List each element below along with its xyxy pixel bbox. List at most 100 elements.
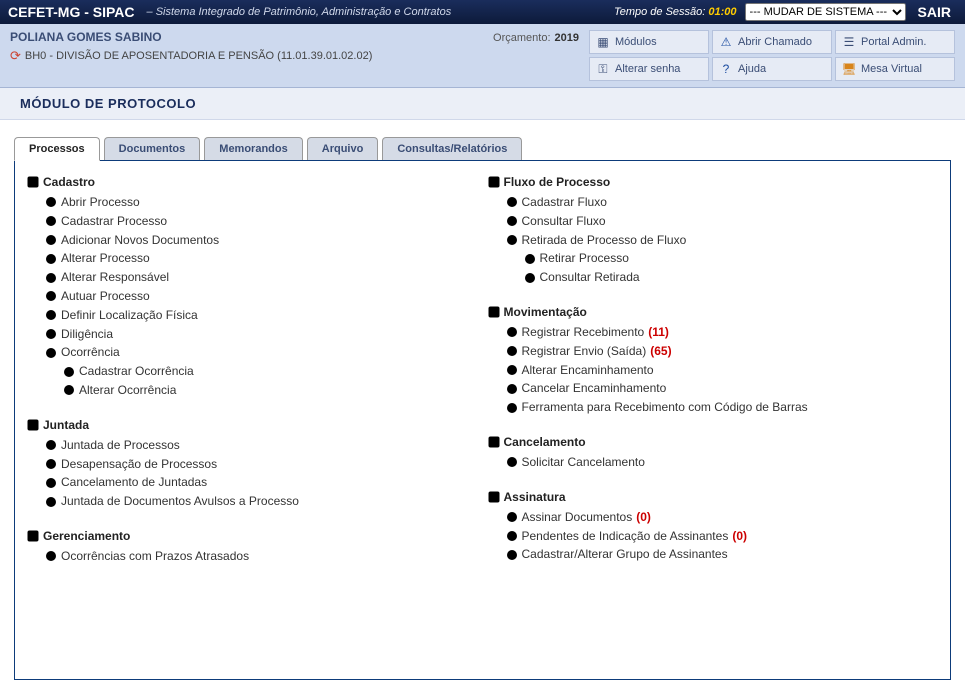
alert-icon: ⚠ xyxy=(719,35,733,49)
session-timer: Tempo de Sessão: 01:00 xyxy=(614,6,737,18)
user-name: POLIANA GOMES SABINO xyxy=(10,30,493,44)
virtual-desk-button[interactable]: 🖥Mesa Virtual xyxy=(835,57,955,81)
circle-arrow-icon xyxy=(506,326,518,338)
link-alterar-encaminhamento[interactable]: Alterar Encaminhamento xyxy=(506,361,939,380)
grid-icon: ▦ xyxy=(596,35,610,49)
circle-arrow-icon xyxy=(45,477,57,489)
link-cancelamento-juntadas[interactable]: Cancelamento de Juntadas xyxy=(45,473,478,492)
tab-consultas[interactable]: Consultas/Relatórios xyxy=(382,137,522,161)
group-cadastro: Cadastro Abrir Processo Cadastrar Proces… xyxy=(27,175,478,400)
group-assinatura: Assinatura Assinar Documentos (0) Penden… xyxy=(488,490,939,564)
link-pendentes-indicacao[interactable]: Pendentes de Indicação de Assinantes (0) xyxy=(506,527,939,546)
user-dept: BH0 - DIVISÃO DE APOSENTADORIA E PENSÃO … xyxy=(25,50,372,62)
circle-arrow-icon xyxy=(45,253,57,265)
link-desapensacao[interactable]: Desapensação de Processos xyxy=(45,455,478,474)
arrow-icon xyxy=(488,491,500,503)
count-badge: (11) xyxy=(648,324,669,341)
link-consultar-retirada[interactable]: Consultar Retirada xyxy=(524,268,939,287)
arrow-icon xyxy=(488,306,500,318)
link-assinar-documentos[interactable]: Assinar Documentos (0) xyxy=(506,508,939,527)
circle-arrow-icon xyxy=(506,215,518,227)
circle-arrow-icon xyxy=(524,253,536,265)
circle-arrow-icon xyxy=(45,439,57,451)
tab-bar: Processos Documentos Memorandos Arquivo … xyxy=(14,136,951,160)
link-definir-localizacao-fisica[interactable]: Definir Localização Física xyxy=(45,306,478,325)
subtitle: – Sistema Integrado de Patrimônio, Admin… xyxy=(147,6,452,18)
info-bar: POLIANA GOMES SABINO ⟳ BH0 - DIVISÃO DE … xyxy=(0,24,965,88)
arrow-icon xyxy=(27,530,39,542)
link-ocorrencias-prazos[interactable]: Ocorrências com Prazos Atrasados xyxy=(45,547,478,566)
circle-arrow-icon xyxy=(506,383,518,395)
logout-button[interactable]: SAIR xyxy=(912,4,957,20)
link-registrar-recebimento[interactable]: Registrar Recebimento (11) xyxy=(506,323,939,342)
circle-arrow-icon xyxy=(524,272,536,284)
tab-processos[interactable]: Processos xyxy=(14,137,100,161)
circle-arrow-icon xyxy=(45,215,57,227)
link-alterar-ocorrencia[interactable]: Alterar Ocorrência xyxy=(63,381,478,400)
link-cadastrar-ocorrencia[interactable]: Cadastrar Ocorrência xyxy=(63,362,478,381)
tab-memorandos[interactable]: Memorandos xyxy=(204,137,302,161)
circle-arrow-icon xyxy=(506,456,518,468)
link-retirada-fluxo[interactable]: Retirada de Processo de Fluxo xyxy=(506,231,939,250)
modules-button[interactable]: ▦Módulos xyxy=(589,30,709,54)
circle-arrow-icon xyxy=(506,549,518,561)
link-consultar-fluxo[interactable]: Consultar Fluxo xyxy=(506,212,939,231)
budget-year: 2019 xyxy=(555,32,579,44)
module-title: Módulo de Protocolo xyxy=(0,88,965,120)
circle-arrow-icon xyxy=(45,550,57,562)
arrow-icon xyxy=(488,176,500,188)
top-bar: CEFET-MG - SIPAC – Sistema Integrado de … xyxy=(0,0,965,24)
circle-arrow-icon xyxy=(63,366,75,378)
help-button[interactable]: ?Ajuda xyxy=(712,57,832,81)
link-autuar-processo[interactable]: Autuar Processo xyxy=(45,287,478,306)
link-cadastrar-processo[interactable]: Cadastrar Processo xyxy=(45,212,478,231)
circle-arrow-icon xyxy=(506,196,518,208)
link-juntada-documentos-avulsos[interactable]: Juntada de Documentos Avulsos a Processo xyxy=(45,492,478,511)
change-password-button[interactable]: ⚿Alterar senha xyxy=(589,57,709,81)
circle-arrow-icon xyxy=(45,272,57,284)
link-cadastrar-fluxo[interactable]: Cadastrar Fluxo xyxy=(506,193,939,212)
circle-arrow-icon xyxy=(45,309,57,321)
link-retirar-processo[interactable]: Retirar Processo xyxy=(524,249,939,268)
group-movimentacao: Movimentação Registrar Recebimento (11) … xyxy=(488,305,939,417)
link-adicionar-novos-documentos[interactable]: Adicionar Novos Documentos xyxy=(45,231,478,250)
list-icon: ☰ xyxy=(842,35,856,49)
link-alterar-processo[interactable]: Alterar Processo xyxy=(45,249,478,268)
circle-arrow-icon xyxy=(506,402,518,414)
link-abrir-processo[interactable]: Abrir Processo xyxy=(45,193,478,212)
circle-arrow-icon xyxy=(45,196,57,208)
desk-icon: 🖥 xyxy=(842,62,856,76)
link-ferramenta-recebimento[interactable]: Ferramenta para Recebimento com Código d… xyxy=(506,398,939,417)
circle-arrow-icon xyxy=(45,458,57,470)
system-select[interactable]: --- MUDAR DE SISTEMA --- xyxy=(745,3,906,21)
link-juntada-processos[interactable]: Juntada de Processos xyxy=(45,436,478,455)
link-diligencia[interactable]: Diligência xyxy=(45,325,478,344)
tab-documentos[interactable]: Documentos xyxy=(104,137,201,161)
circle-arrow-icon xyxy=(506,530,518,542)
count-badge: (65) xyxy=(650,343,671,360)
circle-arrow-icon xyxy=(45,347,57,359)
circle-arrow-icon xyxy=(45,496,57,508)
count-badge: (0) xyxy=(636,509,651,526)
count-badge: (0) xyxy=(732,528,747,545)
link-ocorrencia[interactable]: Ocorrência xyxy=(45,343,478,362)
tab-arquivo[interactable]: Arquivo xyxy=(307,137,379,161)
arrow-icon xyxy=(27,419,39,431)
portal-admin-button[interactable]: ☰Portal Admin. xyxy=(835,30,955,54)
refresh-icon[interactable]: ⟳ xyxy=(10,48,21,64)
link-solicitar-cancelamento[interactable]: Solicitar Cancelamento xyxy=(506,453,939,472)
circle-arrow-icon xyxy=(506,234,518,246)
circle-arrow-icon xyxy=(45,234,57,246)
link-cancelar-encaminhamento[interactable]: Cancelar Encaminhamento xyxy=(506,379,939,398)
main-panel: Cadastro Abrir Processo Cadastrar Proces… xyxy=(14,160,951,680)
link-registrar-envio[interactable]: Registrar Envio (Saída) (65) xyxy=(506,342,939,361)
group-cancelamento: Cancelamento Solicitar Cancelamento xyxy=(488,435,939,472)
circle-arrow-icon xyxy=(506,345,518,357)
link-alterar-responsavel[interactable]: Alterar Responsável xyxy=(45,268,478,287)
circle-arrow-icon xyxy=(45,290,57,302)
open-call-button[interactable]: ⚠Abrir Chamado xyxy=(712,30,832,54)
circle-arrow-icon xyxy=(45,328,57,340)
key-icon: ⚿ xyxy=(596,62,610,76)
arrow-icon xyxy=(27,176,39,188)
link-cadastrar-grupo[interactable]: Cadastrar/Alterar Grupo de Assinantes xyxy=(506,545,939,564)
